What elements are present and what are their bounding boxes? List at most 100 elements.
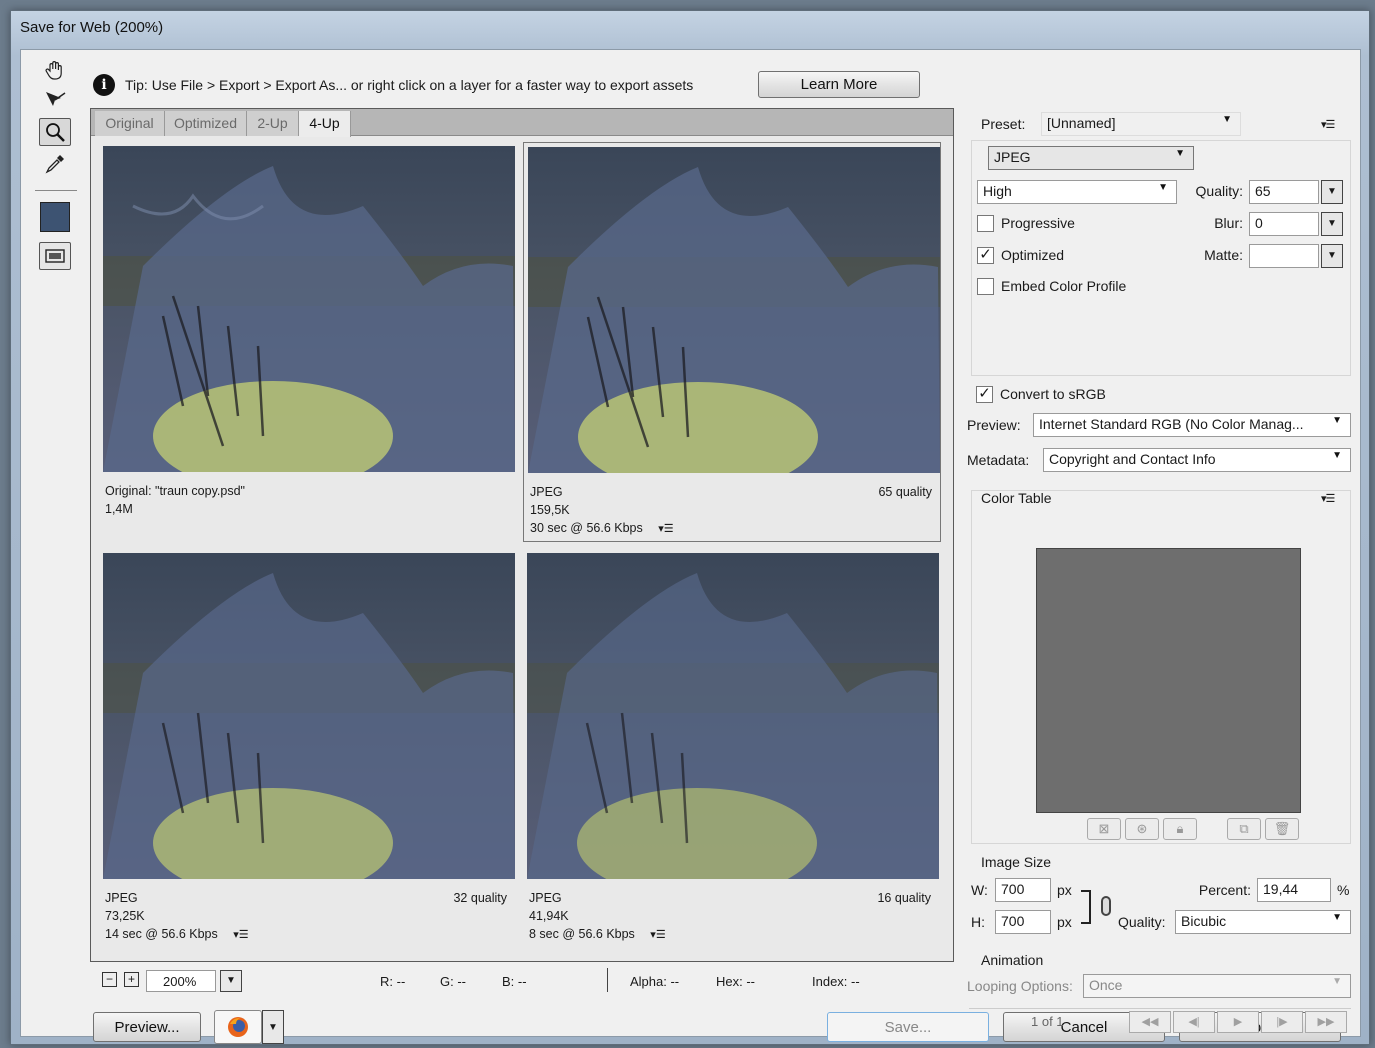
pane-menu-icon[interactable]: ▾☰	[650, 929, 665, 941]
quality-input[interactable]: 65	[1249, 180, 1319, 204]
width-label: W:	[971, 882, 988, 898]
web-shift-icon[interactable]: ⊛	[1125, 818, 1159, 840]
zoom-level-field[interactable]: 200%	[146, 970, 216, 992]
tab-4-up[interactable]: 4-Up	[299, 111, 351, 137]
resample-quality-select[interactable]: Bicubic ▼	[1175, 910, 1351, 934]
height-label: H:	[971, 914, 985, 930]
looping-label: Looping Options:	[967, 978, 1073, 994]
chevron-down-icon: ▼	[1332, 415, 1342, 426]
play-icon[interactable]: ▶	[1217, 1011, 1259, 1033]
lock-color-icon[interactable]: 🔒︎	[1163, 818, 1197, 840]
pane-size: 73,25K	[105, 909, 145, 923]
preset-select[interactable]: [Unnamed] ▼	[1041, 112, 1241, 136]
next-frame-icon[interactable]: |▶	[1261, 1011, 1303, 1033]
tip-bar: i Tip: Use File > Export > Export As... …	[93, 68, 693, 102]
preview-image[interactable]	[103, 146, 515, 472]
frame-counter: 1 of 1	[1031, 1014, 1064, 1029]
quality-preset-select[interactable]: High ▼	[977, 180, 1177, 204]
chevron-down-icon: ▼	[1332, 976, 1342, 987]
zoom-in-button[interactable]: +	[124, 972, 139, 987]
file-format-select[interactable]: JPEG ▼	[988, 146, 1194, 170]
optimized-label: Optimized	[1001, 247, 1065, 263]
animation-title: Animation	[981, 952, 1044, 968]
preview-pane-original[interactable]: Original: "traun copy.psd" 1,4M	[99, 142, 517, 542]
map-transparency-icon[interactable]: ⊠	[1087, 818, 1121, 840]
zoom-tool-icon[interactable]	[39, 118, 71, 146]
toggle-slices-icon[interactable]	[39, 242, 71, 270]
matte-dropdown-icon[interactable]: ▼	[1321, 244, 1343, 268]
preview-profile-select[interactable]: Internet Standard RGB (No Color Manag...…	[1033, 413, 1351, 437]
color-table-menu-icon[interactable]: ▾☰	[1321, 492, 1335, 505]
metadata-select[interactable]: Copyright and Contact Info ▼	[1043, 448, 1351, 472]
browser-dropdown-icon[interactable]: ▼	[262, 1010, 284, 1044]
trash-icon[interactable]: 🗑︎	[1265, 818, 1299, 840]
image-size-title: Image Size	[981, 854, 1052, 870]
constrain-bracket	[1081, 890, 1091, 924]
metadata-label: Metadata:	[967, 452, 1030, 468]
new-color-icon[interactable]: ⧉	[1227, 818, 1261, 840]
pane-download-time: 14 sec @ 56.6 Kbps ▾☰	[105, 927, 249, 941]
optimize-settings-panel: Preset: [Unnamed] ▼ ▾☰ JPEG ▼ High ▼ Qualit…	[961, 106, 1357, 998]
pane-menu-icon[interactable]: ▾☰	[658, 523, 673, 535]
eyedropper-color-swatch[interactable]	[40, 202, 70, 232]
pane-menu-icon[interactable]: ▾☰	[233, 929, 248, 941]
matte-input[interactable]	[1249, 244, 1319, 268]
zoom-dropdown-icon[interactable]: ▼	[220, 970, 242, 992]
slice-select-icon[interactable]	[39, 86, 71, 114]
animation-frame-bar: 1 of 1 ◀◀ ◀| ▶ |▶ ▶▶	[969, 1008, 1351, 1034]
pane-quality: 32 quality	[453, 891, 507, 905]
readout-alpha: Alpha: --	[630, 974, 680, 989]
previous-frame-icon[interactable]: ◀|	[1173, 1011, 1215, 1033]
link-chain-icon[interactable]	[1101, 896, 1111, 916]
eyedropper-icon[interactable]	[39, 150, 71, 178]
learn-more-button[interactable]: Learn More	[758, 71, 920, 98]
chevron-down-icon: ▼	[1175, 148, 1185, 159]
percent-input[interactable]: 19,44	[1257, 878, 1331, 902]
quality-label: Quality:	[1195, 183, 1243, 199]
preview-label: Preview:	[967, 417, 1021, 433]
preview-pane-jpeg-32[interactable]: JPEG 73,25K 14 sec @ 56.6 Kbps ▾☰ 32 qua…	[99, 549, 517, 949]
browser-preview-button[interactable]	[214, 1010, 262, 1044]
convert-srgb-checkbox[interactable]: ✓	[976, 386, 993, 403]
blur-input[interactable]: 0	[1249, 212, 1319, 236]
color-table-swatches[interactable]	[1036, 548, 1301, 813]
optimize-menu-icon[interactable]: ▾☰	[1321, 118, 1335, 131]
color-table-controls: ⊠ ⊛ 🔒︎	[1087, 818, 1197, 840]
progressive-checkbox[interactable]	[977, 215, 994, 232]
readout-index: Index: --	[812, 974, 860, 989]
quality-slider-icon[interactable]: ▼	[1321, 180, 1343, 204]
hand-tool-icon[interactable]	[39, 56, 71, 84]
blur-slider-icon[interactable]: ▼	[1321, 212, 1343, 236]
tab-original[interactable]: Original	[95, 111, 165, 136]
width-input[interactable]: 700	[995, 878, 1051, 902]
pane-quality: 16 quality	[877, 891, 931, 905]
height-input[interactable]: 700	[995, 910, 1051, 934]
convert-srgb-label: Convert to sRGB	[1000, 386, 1106, 402]
frame-nav: ◀◀ ◀| ▶ |▶ ▶▶	[1129, 1011, 1347, 1033]
looping-select[interactable]: Once ▼	[1083, 974, 1351, 998]
width-unit: px	[1057, 882, 1072, 898]
tab-2-up[interactable]: 2-Up	[247, 111, 299, 136]
matte-label: Matte:	[1204, 247, 1243, 263]
save-button[interactable]: Save...	[827, 1012, 989, 1042]
first-frame-icon[interactable]: ◀◀	[1129, 1011, 1171, 1033]
readout-hex: Hex: --	[716, 974, 755, 989]
pane-size: 41,94K	[529, 909, 569, 923]
preview-image[interactable]	[527, 553, 939, 879]
color-table-title: Color Table	[981, 490, 1052, 506]
preview-image[interactable]	[528, 147, 940, 473]
embed-color-profile-checkbox[interactable]	[977, 278, 994, 295]
preview-image[interactable]	[103, 553, 515, 879]
last-frame-icon[interactable]: ▶▶	[1305, 1011, 1347, 1033]
tab-optimized[interactable]: Optimized	[165, 111, 247, 136]
preview-pane-jpeg-16[interactable]: JPEG 41,94K 8 sec @ 56.6 Kbps ▾☰ 16 qual…	[523, 549, 941, 949]
percent-label: Percent:	[1198, 882, 1251, 898]
pane-size: 1,4M	[105, 502, 133, 516]
chevron-down-icon: ▼	[1332, 912, 1342, 923]
zoom-out-button[interactable]: −	[102, 972, 117, 987]
optimized-checkbox[interactable]: ✓	[977, 247, 994, 264]
percent-unit: %	[1337, 882, 1350, 898]
preview-button[interactable]: Preview...	[93, 1012, 201, 1042]
preview-pane-jpeg-65[interactable]: JPEG 159,5K 30 sec @ 56.6 Kbps ▾☰ 65 qua…	[523, 142, 941, 542]
color-table-edit-controls: ⧉ 🗑︎	[1227, 818, 1299, 840]
